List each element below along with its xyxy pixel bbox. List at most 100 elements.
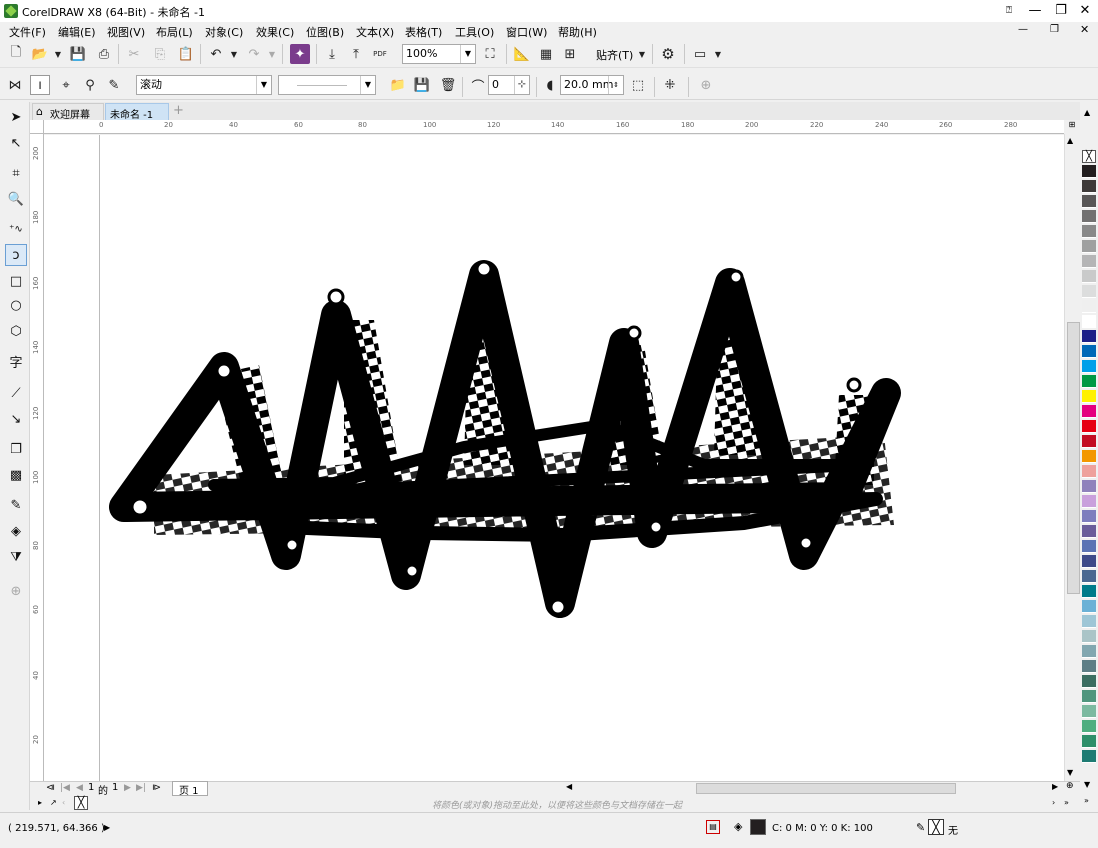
palette-color-swatch[interactable] [1082, 405, 1096, 418]
application-launcher-icon[interactable]: ▭ [690, 44, 710, 64]
horizontal-scroll-thumb[interactable] [696, 783, 956, 794]
menu-object[interactable]: 对象(C) [205, 24, 243, 40]
stylus-settings-icon[interactable]: ✎ [104, 75, 124, 95]
palette-color-swatch[interactable] [1082, 570, 1096, 583]
drawing-mode-combo[interactable]: 滚动 ▼ [136, 75, 272, 95]
palette-color-swatch[interactable] [1082, 225, 1096, 238]
menu-view[interactable]: 视图(V) [107, 24, 145, 40]
text-tool-icon[interactable]: 字 [5, 350, 27, 372]
palette-scroll-left-icon[interactable]: ‹ [62, 798, 65, 807]
undo-icon[interactable]: ↶ [206, 44, 226, 64]
palette-color-swatch[interactable] [1082, 435, 1096, 448]
add-tool-plus-icon[interactable]: ⊕ [5, 580, 27, 602]
minimize-button[interactable]: — [1022, 0, 1048, 22]
doc-restore-icon[interactable]: ❐ [1050, 24, 1059, 35]
palette-no-fill-swatch[interactable]: ╳ [1082, 150, 1096, 163]
tilt-icon[interactable]: ⌖ [56, 75, 76, 95]
palette-color-swatch[interactable] [1082, 480, 1096, 493]
palette-color-swatch[interactable] [1082, 720, 1096, 733]
connector-tool-icon[interactable]: ↘ [5, 408, 27, 430]
no-color-swatch[interactable]: ╳ [74, 796, 88, 810]
palette-color-swatch[interactable] [1082, 645, 1096, 658]
palette-color-swatch[interactable] [1082, 540, 1096, 553]
eyedropper-small-icon[interactable]: ↗ [50, 798, 57, 807]
tab-document[interactable]: 未命名 -1 [105, 103, 169, 121]
scroll-up-icon[interactable]: ▲ [1067, 136, 1073, 145]
palette-scroll-right-icon[interactable]: › [1052, 798, 1055, 807]
drop-shadow-tool-icon[interactable]: ❐ [5, 438, 27, 460]
palette-up-icon[interactable]: ▲ [1084, 108, 1090, 117]
menu-window[interactable]: 窗口(W) [506, 24, 547, 40]
palette-color-swatch[interactable] [1082, 180, 1096, 193]
add-plus-icon[interactable]: ⊕ [696, 75, 716, 95]
open-folder-icon[interactable]: 📂 [30, 44, 50, 64]
fill-color-swatch[interactable] [750, 819, 766, 835]
launcher-dropdown-icon[interactable]: ▼ [708, 44, 728, 64]
menu-help[interactable]: 帮助(H) [558, 24, 597, 40]
palette-color-swatch[interactable] [1082, 345, 1096, 358]
ruler-corner[interactable] [30, 120, 44, 134]
doc-close-icon[interactable]: ✕ [1080, 23, 1089, 36]
palette-color-swatch[interactable] [1082, 750, 1096, 763]
pressure-icon[interactable]: ı [30, 75, 50, 95]
vertical-scroll-thumb[interactable] [1067, 322, 1080, 594]
next-page-icon[interactable]: ▶ [124, 783, 131, 793]
palette-color-swatch[interactable] [1082, 465, 1096, 478]
menu-edit[interactable]: 编辑(E) [58, 24, 96, 40]
print-icon[interactable]: ⎙ [94, 44, 114, 64]
palette-color-swatch[interactable] [1082, 615, 1096, 628]
status-expand-icon[interactable]: ▶ [104, 823, 110, 832]
export-icon[interactable]: ⤒ [346, 44, 366, 64]
transparency-tool-icon[interactable]: ▩ [5, 464, 27, 486]
close-button[interactable]: ✕ [1072, 0, 1098, 22]
pick-tool-icon[interactable]: ➤ [5, 106, 27, 128]
smart-fill-tool-icon[interactable]: ⧩ [5, 546, 27, 568]
palette-color-swatch[interactable] [1082, 255, 1096, 268]
palette-color-swatch[interactable] [1082, 420, 1096, 433]
doc-minimize-icon[interactable]: — [1018, 24, 1028, 35]
palette-color-swatch[interactable] [1082, 600, 1096, 613]
snap-to-button[interactable]: 贴齐(T) [596, 47, 633, 63]
show-guidelines-icon[interactable]: ⊞ [560, 44, 580, 64]
menu-tools[interactable]: 工具(O) [455, 24, 494, 40]
restore-button[interactable]: ❐ [1048, 0, 1074, 22]
stroke-width-input[interactable]: 20.0 mm ⇕ [560, 75, 624, 95]
smoothing-input[interactable]: 0 ⊹ [488, 75, 530, 95]
options-gear-icon[interactable]: ⚙ [658, 44, 678, 64]
bearing-icon[interactable]: ⚲ [80, 75, 100, 95]
previous-page-icon[interactable]: ◀ [76, 783, 83, 793]
artistic-media-tool-icon[interactable]: ↄ [5, 244, 27, 266]
page-tab-1[interactable]: 页 1 [172, 781, 208, 797]
shape-tool-icon[interactable]: ↖ [5, 132, 27, 154]
undo-dropdown-icon[interactable]: ▼ [224, 44, 244, 64]
palette-menu-icon[interactable]: » [1084, 796, 1089, 805]
vertical-ruler[interactable] [30, 134, 44, 782]
palette-color-swatch[interactable] [1082, 705, 1096, 718]
snap-dropdown-icon[interactable]: ▼ [632, 44, 652, 64]
palette-color-swatch[interactable] [1082, 270, 1096, 283]
first-page-arrow-icon[interactable]: |◀ [60, 783, 70, 793]
zoom-level-combo[interactable]: 100% ▼ [402, 44, 476, 64]
show-grid-icon[interactable]: ▦ [536, 44, 556, 64]
stepper-icon[interactable]: ⊹ [514, 76, 529, 94]
new-document-icon[interactable]: 🗋 [6, 44, 26, 64]
freehand-tool-icon[interactable]: ⁺∿ [5, 218, 27, 240]
delete-trash-icon[interactable]: 🗑 [438, 75, 458, 95]
menu-file[interactable]: 文件(F) [9, 24, 46, 40]
palette-color-swatch[interactable] [1082, 585, 1096, 598]
redo-dropdown-icon[interactable]: ▼ [262, 44, 282, 64]
palette-expand-icon[interactable]: » [1064, 798, 1069, 807]
palette-color-swatch[interactable] [1082, 330, 1096, 343]
browse-folder-icon[interactable]: 📁 [388, 75, 408, 95]
publish-pdf-icon[interactable]: PDF [370, 44, 390, 64]
full-screen-icon[interactable]: ⛶ [480, 44, 500, 64]
last-page-icon[interactable]: ▶| [136, 783, 146, 793]
palette-color-swatch[interactable] [1082, 315, 1096, 328]
parallel-dimension-tool-icon[interactable]: ⟋ [5, 382, 27, 404]
interactive-fill-tool-icon[interactable]: ◈ [5, 520, 27, 542]
ellipse-tool-icon[interactable]: ○ [5, 294, 27, 316]
palette-color-swatch[interactable] [1082, 375, 1096, 388]
crop-tool-icon[interactable]: ⌗ [5, 162, 27, 184]
rectangle-tool-icon[interactable]: □ [5, 270, 27, 292]
menu-layout[interactable]: 布局(L) [156, 24, 193, 40]
